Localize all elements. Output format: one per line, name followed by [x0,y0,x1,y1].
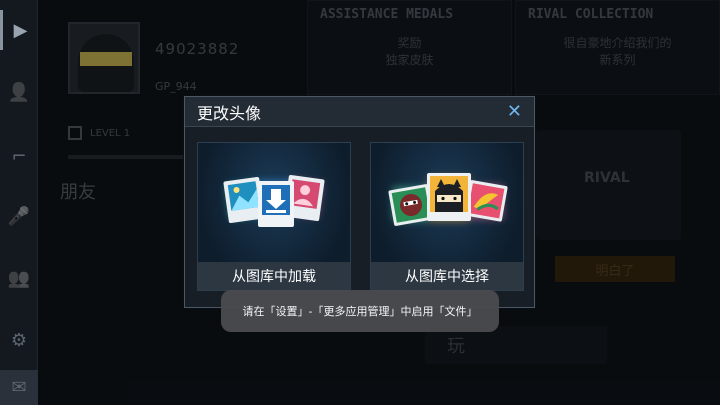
gun-icon[interactable]: ⌐ [0,136,38,176]
user-icon[interactable]: 👤 [0,72,38,112]
load-from-gallery-button[interactable]: 从图库中加载 [197,142,351,291]
dialog-header: 更改头像 ✕ [185,97,534,127]
mail-icon[interactable]: ✉ [0,370,38,405]
play-icon[interactable]: ▶ [0,10,38,50]
dialog-title: 更改头像 [197,103,262,123]
choose-from-gallery-label: 从图库中选择 [371,262,523,290]
gallery-choose-icon [388,173,508,226]
gear-icon[interactable]: ⚙ [0,320,38,360]
change-avatar-dialog: 更改头像 ✕ 从图库中加载 从图库中选择 [184,96,535,308]
microphone-icon[interactable]: 🎤 [0,196,38,236]
gallery-load-icon [223,174,325,227]
permission-toast: 请在「设置」-「更多应用管理」中启用「文件」 [221,290,499,332]
load-from-gallery-label: 从图库中加载 [198,262,350,290]
friends-icon[interactable]: 👥 [0,258,38,298]
sidebar: ▶ 👤 ⌐ 🎤 👥 ⚙ ✉ [0,0,38,405]
choose-from-gallery-button[interactable]: 从图库中选择 [370,142,524,291]
close-icon[interactable]: ✕ [507,101,522,122]
